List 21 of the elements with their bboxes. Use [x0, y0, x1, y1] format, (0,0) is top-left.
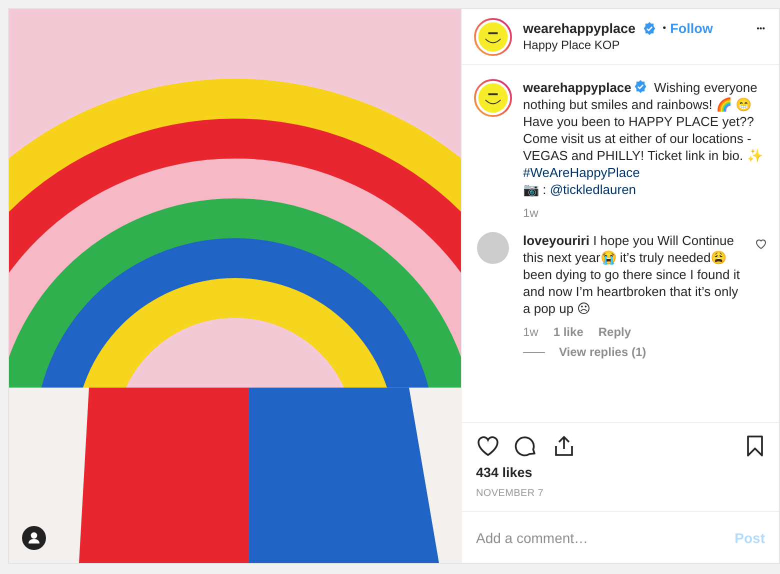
username-link[interactable]: wearehappyplace	[523, 80, 632, 95]
logo-avatar[interactable]	[474, 79, 512, 117]
timestamp: 1w	[523, 206, 538, 220]
separator-dot: •	[662, 23, 666, 34]
timestamp: 1w	[523, 325, 538, 339]
comment-icon[interactable]	[514, 434, 538, 458]
share-icon[interactable]	[552, 434, 576, 458]
heart-icon[interactable]	[476, 434, 500, 458]
location-link[interactable]: Happy Place KOP	[523, 38, 755, 52]
caption-text: wearehappyplace Wishing everyone nothing but smiles and rainbows! 🌈 😁 Have you been to HAPPY PLACE yet?? Come visit us at either of our locations - VEGAS and PHILLY! Ticket link in bio. ✨ #WeAreHappyPlace 📷 : @tickledlauren	[523, 79, 764, 198]
logo-avatar[interactable]	[474, 18, 512, 56]
username-link[interactable]: wearehappyplace	[523, 21, 636, 36]
comment-text: loveyouriri I hope you Will Continue this next year😭 it’s truly needed😩 been dying to go there since I found it and now I’m heartbroken that it’s only a pop up ☹	[523, 232, 741, 317]
post-date: NOVEMBER 7	[476, 488, 545, 499]
heart-icon[interactable]	[755, 238, 767, 250]
username-link[interactable]: loveyouriri	[523, 233, 590, 248]
mention-link[interactable]: @tickledlauren	[550, 182, 636, 197]
hashtag-link[interactable]: #WeAreHappyPlace	[523, 165, 640, 180]
likes-count[interactable]: 434 likes	[476, 465, 767, 480]
user-tag-icon[interactable]	[22, 526, 46, 550]
more-options-button[interactable]: •••	[754, 22, 767, 35]
